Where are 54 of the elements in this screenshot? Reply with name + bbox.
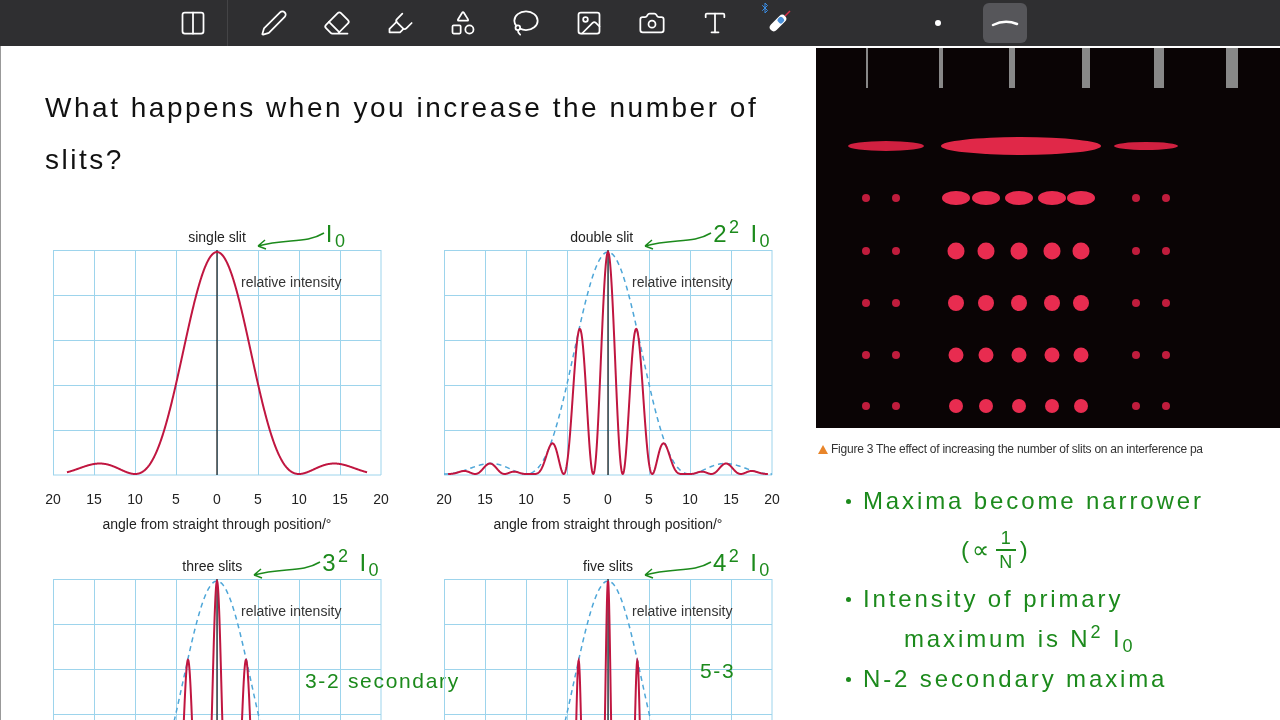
curved-stroke-icon bbox=[991, 18, 1019, 28]
handwritten-question: What happens when you increase the number of slits? bbox=[45, 91, 760, 177]
chart-title: three slits bbox=[182, 557, 243, 576]
fraction-denominator: N bbox=[999, 553, 1013, 571]
triangle-icon bbox=[818, 444, 828, 454]
tick-label: 10 bbox=[126, 490, 144, 509]
tick-label: 10 bbox=[681, 490, 699, 509]
handwritten-annotation: 3$^{2}$ I$_{0}$ bbox=[322, 551, 381, 579]
note-text: Maxima become narrower bbox=[863, 489, 1204, 513]
bluetooth-icon bbox=[759, 2, 771, 14]
handwritten-note: 3-2 secondary bbox=[305, 668, 460, 694]
tick-label: 5 bbox=[253, 490, 263, 509]
closing-parenthesis: ) bbox=[1019, 538, 1031, 562]
tick-label: 10 bbox=[290, 490, 308, 509]
pen-icon bbox=[260, 9, 288, 37]
tick-label: 20 bbox=[372, 490, 390, 509]
tick-label: 20 bbox=[435, 490, 453, 509]
tick-label: 5 bbox=[644, 490, 654, 509]
image-icon bbox=[575, 9, 603, 37]
axis-title: angle from straight through position/° bbox=[492, 515, 724, 534]
axis-label: relative intensity bbox=[241, 273, 342, 292]
tick-label: 20 bbox=[44, 490, 62, 509]
lasso-icon bbox=[512, 9, 540, 37]
chart-title: single slit bbox=[188, 228, 246, 247]
handwritten-annotation: 2$^{2}$ I$_{0}$ bbox=[713, 222, 772, 250]
tick-label: 10 bbox=[517, 490, 535, 509]
fraction-numerator: 1 bbox=[1000, 529, 1011, 547]
chart-title: five slits bbox=[583, 557, 633, 576]
tick-label: 15 bbox=[476, 490, 494, 509]
axis-label: relative intensity bbox=[632, 273, 733, 292]
toolbar-button[interactable] bbox=[983, 3, 1027, 43]
shapes-icon bbox=[449, 9, 477, 37]
tick-label: 15 bbox=[85, 490, 103, 509]
tick-label: 0 bbox=[212, 490, 222, 509]
proportional-symbol: (∝ bbox=[961, 538, 992, 562]
tick-label: 5 bbox=[171, 490, 181, 509]
note-text: N-2 secondary maxima bbox=[863, 667, 1168, 691]
tick-label: 5 bbox=[562, 490, 572, 509]
handwritten-annotation: I$_{0}$ bbox=[325, 222, 348, 250]
tick-label: 15 bbox=[331, 490, 349, 509]
note-text: maximum is N$^{2}$ I$_{0}$ bbox=[904, 627, 1136, 651]
axis-label: relative intensity bbox=[241, 602, 342, 621]
handwritten-annotation: 4$^{2}$ I$_{0}$ bbox=[712, 551, 772, 579]
chart-title: double slit bbox=[570, 228, 634, 247]
tick-label: 20 bbox=[763, 490, 781, 509]
handwritten-note: 5-3 bbox=[700, 658, 736, 684]
note-text: Intensity of primary bbox=[863, 587, 1124, 611]
figure-caption: Figure 3 The effect of increasing the number of slits on an interference pa bbox=[831, 441, 1203, 458]
axis-label: relative intensity bbox=[632, 602, 733, 621]
eraser-icon bbox=[323, 9, 351, 37]
tick-label: 15 bbox=[722, 490, 740, 509]
tick-label: 0 bbox=[603, 490, 613, 509]
page-layout-icon bbox=[179, 9, 207, 37]
axis-title: angle from straight through position/° bbox=[101, 515, 333, 534]
